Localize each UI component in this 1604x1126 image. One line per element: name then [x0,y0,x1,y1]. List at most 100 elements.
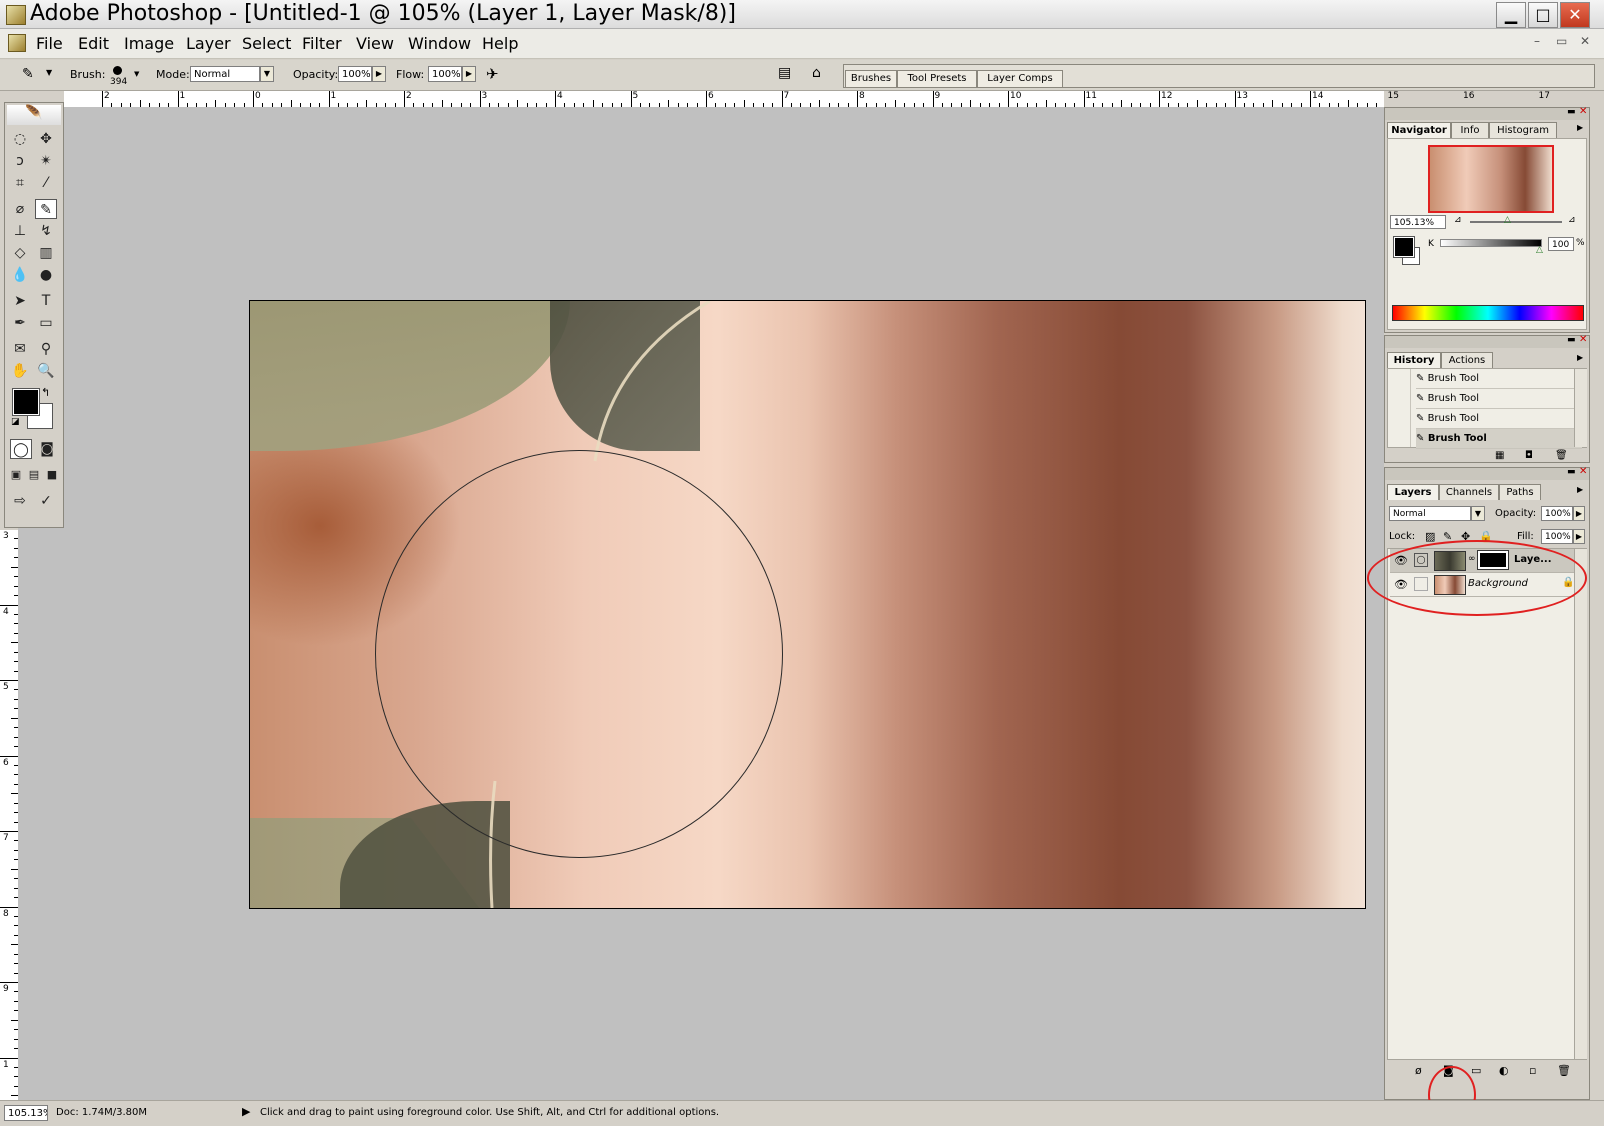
pen-tool-icon[interactable]: ✒ [9,313,31,333]
fill-arrow-icon[interactable]: ▶ [1573,529,1585,544]
opacity-input[interactable]: 100% [338,66,372,82]
tab-history[interactable]: History [1387,352,1441,368]
navigator-thumbnail[interactable] [1428,145,1554,213]
hand-tool-icon[interactable]: ✋ [9,361,31,381]
history-menu-arrow-icon[interactable]: ▶ [1577,353,1583,362]
type-tool-icon[interactable]: T [35,291,57,311]
gradient-tool-icon[interactable]: ▥ [35,243,57,263]
clone-stamp-tool-icon[interactable]: ⊥ [9,221,31,241]
quick-mask-mode-icon[interactable]: ◙ [36,439,58,459]
blur-tool-icon[interactable]: 💧 [9,265,31,285]
layers-menu-arrow-icon[interactable]: ▶ [1577,485,1583,494]
flow-slider-arrow-icon[interactable]: ▶ [462,66,476,82]
brush-tool-icon[interactable]: ✎ [35,199,57,219]
standard-screen-mode-icon[interactable]: ▣ [7,465,25,485]
imageready-icon[interactable]: ✓ [35,491,57,511]
menu-help[interactable]: Help [480,29,520,58]
history-item-current[interactable]: ✎ Brush Tool [1416,429,1582,449]
mode-select[interactable]: Normal [190,66,260,82]
doc-close-button[interactable]: ✕ [1580,34,1590,48]
menu-view[interactable]: View [354,29,396,58]
tab-info[interactable]: Info [1451,122,1489,138]
blend-mode-select[interactable]: Normal [1389,506,1471,521]
color-spectrum-bar[interactable] [1392,305,1584,321]
full-screen-menu-mode-icon[interactable]: ▤ [25,465,43,485]
doc-minimize-button[interactable]: – [1534,34,1540,48]
brush-picker-arrow-icon[interactable]: ▼ [134,70,139,78]
marquee-tool-icon[interactable]: ◌ [9,129,31,149]
tab-navigator[interactable]: Navigator [1387,122,1451,138]
photoshop-app-icon[interactable] [6,5,26,25]
doc-restore-button[interactable]: ▭ [1556,34,1567,48]
history-scrollbar[interactable] [1574,369,1587,447]
tab-actions[interactable]: Actions [1441,352,1493,368]
eraser-tool-icon[interactable]: ◇ [9,243,31,263]
jump-to-imageready-icon[interactable]: ⇨ [9,491,31,511]
eyedropper-tool-icon[interactable]: ⚲ [35,339,57,359]
close-button[interactable]: ✕ [1560,2,1590,28]
delete-layer-icon[interactable]: 🗑 [1557,1064,1571,1077]
k-slider-ramp[interactable] [1440,239,1542,247]
zoom-slider-thumb[interactable]: △ [1504,215,1511,225]
layer-opacity-input[interactable]: 100% [1541,506,1573,521]
navigator-close-icon[interactable]: ✕ [1579,106,1587,117]
new-adjustment-layer-icon[interactable]: ◐ [1499,1064,1509,1077]
brush-tool-preset-icon[interactable]: ✎ [22,66,34,82]
history-brush-tool-icon[interactable]: ↯ [35,221,57,241]
new-snapshot-icon[interactable]: ◘ [1525,450,1533,461]
tab-paths[interactable]: Paths [1499,484,1541,500]
well-tab-tool-presets[interactable]: Tool Presets [897,70,977,87]
rectangle-tool-icon[interactable]: ▭ [35,313,57,333]
magic-wand-tool-icon[interactable]: ✴ [35,151,57,171]
slice-tool-icon[interactable]: ⁄ [35,173,57,193]
zoom-out-icon[interactable]: ⊿ [1454,215,1462,225]
full-screen-mode-icon[interactable]: ■ [43,465,61,485]
menu-window[interactable]: Window [406,29,473,58]
status-menu-arrow-icon[interactable]: ▶ [242,1105,250,1118]
healing-brush-tool-icon[interactable]: ⌀ [9,199,31,219]
well-tab-brushes[interactable]: Brushes [845,70,897,87]
lasso-tool-icon[interactable]: ↄ [9,151,31,171]
document-icon[interactable] [8,34,26,52]
new-layer-icon[interactable]: ▫ [1529,1064,1536,1077]
standard-mode-icon[interactable]: ◯ [10,439,32,459]
color-foreground-swatch[interactable] [1393,236,1415,258]
history-item[interactable]: ✎ Brush Tool [1416,409,1582,429]
navigator-zoom-input[interactable]: 105.13% [1390,215,1446,229]
layers-close-icon[interactable]: ✕ [1579,466,1587,477]
flow-input[interactable]: 100% [428,66,462,82]
navigator-panel-header[interactable] [1385,108,1589,120]
adobe-online-feather-icon[interactable]: 🪶 [7,105,61,125]
layers-panel-header[interactable] [1385,468,1589,480]
minimize-button[interactable]: ▁ [1496,2,1526,28]
notes-tool-icon[interactable]: ✉ [9,339,31,359]
navigator-minimize-icon[interactable]: ▬ [1567,107,1576,117]
layer-opacity-arrow-icon[interactable]: ▶ [1573,506,1585,521]
dodge-tool-icon[interactable]: ● [35,265,57,285]
tab-layers[interactable]: Layers [1387,484,1439,500]
palette-well-icon[interactable]: ⌂ [812,65,821,81]
brush-tip-preview[interactable] [113,66,122,75]
tab-channels[interactable]: Channels [1439,484,1499,500]
menu-layer[interactable]: Layer [184,29,233,58]
opacity-slider-arrow-icon[interactable]: ▶ [372,66,386,82]
menu-select[interactable]: Select [240,29,293,58]
layer-style-icon[interactable]: ø [1415,1064,1422,1077]
status-zoom-input[interactable]: 105.13% [4,1105,48,1121]
well-tab-layer-comps[interactable]: Layer Comps [977,70,1063,87]
fill-input[interactable]: 100% [1541,529,1573,544]
airbrush-icon[interactable]: ✈ [486,65,499,83]
vertical-ruler[interactable]: 3 4 5 6 7 8 9 1 [0,530,19,1100]
history-item[interactable]: ✎ Brush Tool [1416,389,1582,409]
path-selection-tool-icon[interactable]: ➤ [9,291,31,311]
move-tool-icon[interactable]: ✥ [35,129,57,149]
history-item[interactable]: ✎ Brush Tool [1416,369,1582,389]
history-minimize-icon[interactable]: ▬ [1567,335,1576,345]
maximize-button[interactable]: □ [1528,2,1558,28]
swap-colors-icon[interactable]: ↰ [41,386,50,399]
menu-file[interactable]: File [34,29,65,58]
horizontal-ruler[interactable]: 2 1 0 1 2 3 4 5 6 7 8 9 10 11 12 13 14 15 16 17 [64,91,1550,108]
new-layer-set-icon[interactable]: ▭ [1471,1064,1481,1077]
crop-tool-icon[interactable]: ⌗ [9,173,31,193]
tab-histogram[interactable]: Histogram [1489,122,1557,138]
